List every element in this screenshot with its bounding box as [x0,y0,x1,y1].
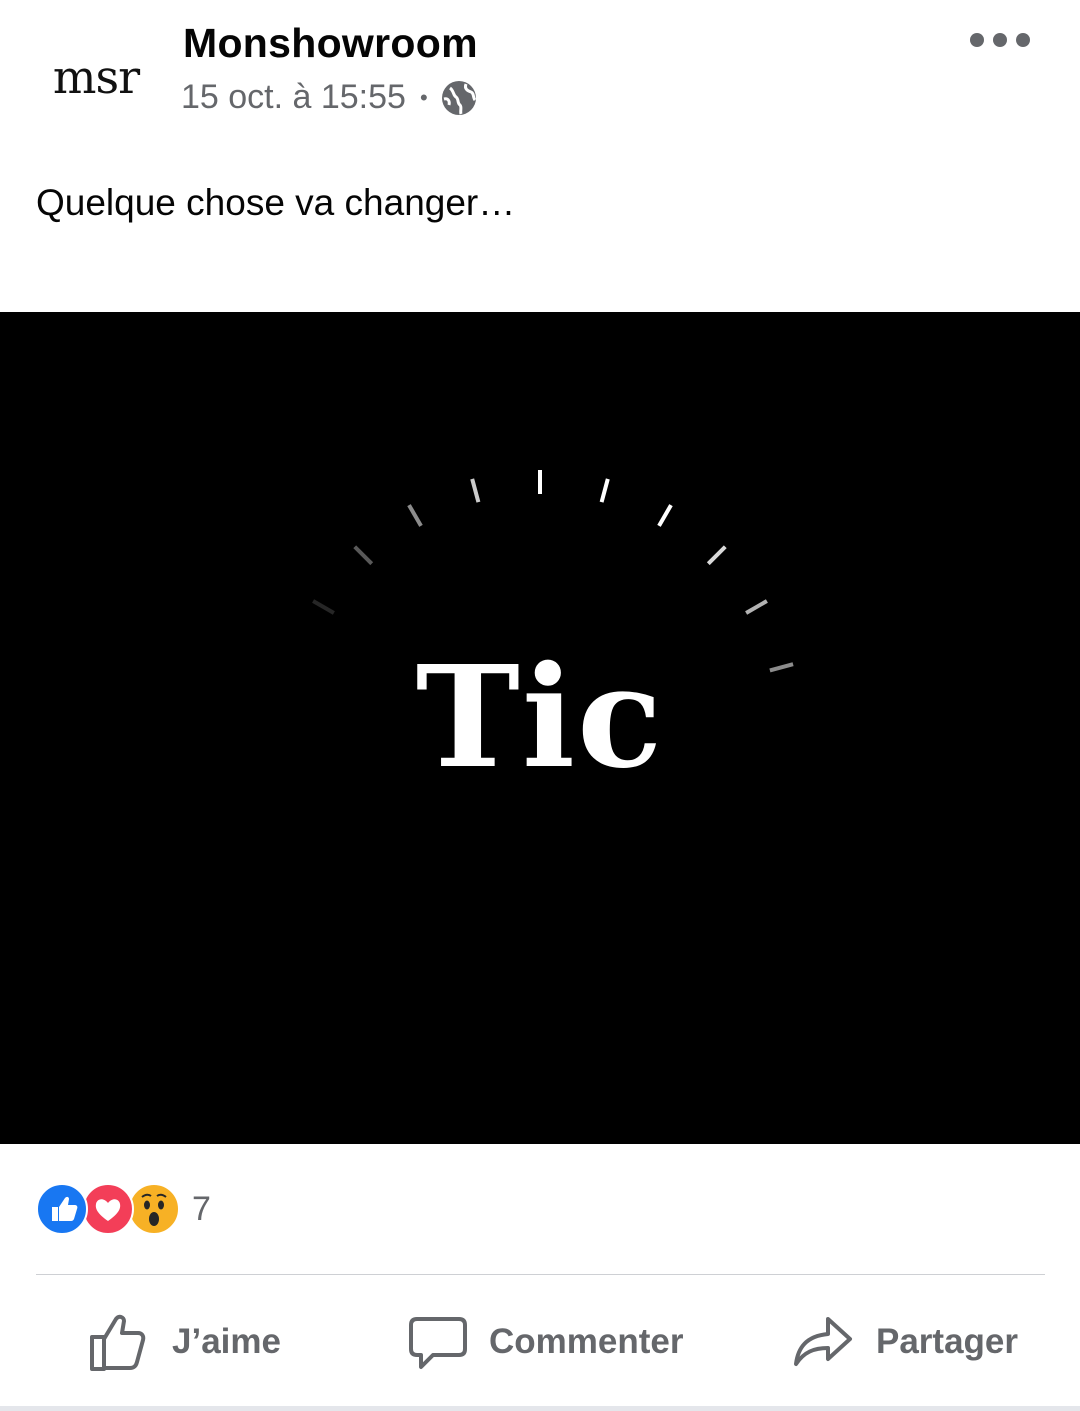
reactions-summary[interactable]: 7 [36,1183,211,1235]
share-arrow-icon [794,1317,852,1366]
clock-tick [657,504,673,527]
comment-button[interactable]: Commenter [409,1290,683,1394]
avatar-logo-text: msr [52,50,140,104]
clock-tick [353,545,374,566]
bottom-separator [0,1406,1080,1411]
post-caption: Quelque chose va changer… [36,182,516,223]
post-actions-bar: J’aime Commenter Partager [0,1290,1080,1394]
dot-icon [970,33,984,47]
clock-tick [470,478,481,503]
like-button[interactable]: J’aime [88,1290,281,1394]
love-icon [82,1183,134,1235]
post-timestamp[interactable]: 15 oct. à 15:55 [181,78,406,117]
dot-icon [993,33,1007,47]
clock-tick [599,478,610,503]
like-icon [36,1183,88,1235]
clock-tick [745,599,768,615]
reaction-count: 7 [192,1189,211,1228]
dot-icon [1016,33,1030,47]
video-player[interactable]: Tic [0,312,1080,1144]
like-label: J’aime [172,1322,281,1361]
wow-icon [128,1183,180,1235]
post-header: msr Monshowroom 15 oct. à 15:55 • [0,0,1080,150]
comment-label: Commenter [489,1322,684,1361]
page-name-link[interactable]: Monshowroom [183,20,478,67]
more-options-button[interactable] [970,28,1030,52]
divider [36,1274,1045,1275]
globe-icon[interactable] [440,79,478,117]
clock-tick [407,504,423,527]
clock-tick [312,599,335,615]
comment-icon [409,1317,467,1369]
avatar[interactable]: msr [36,30,156,136]
share-label: Partager [876,1322,1019,1361]
share-button[interactable]: Partager [792,1290,1018,1394]
thumbs-up-icon [90,1314,146,1371]
video-title-text: Tic [415,636,665,800]
clock-tick [706,545,727,566]
meta-separator: • [419,84,428,110]
post-meta: 15 oct. à 15:55 • [181,78,478,117]
